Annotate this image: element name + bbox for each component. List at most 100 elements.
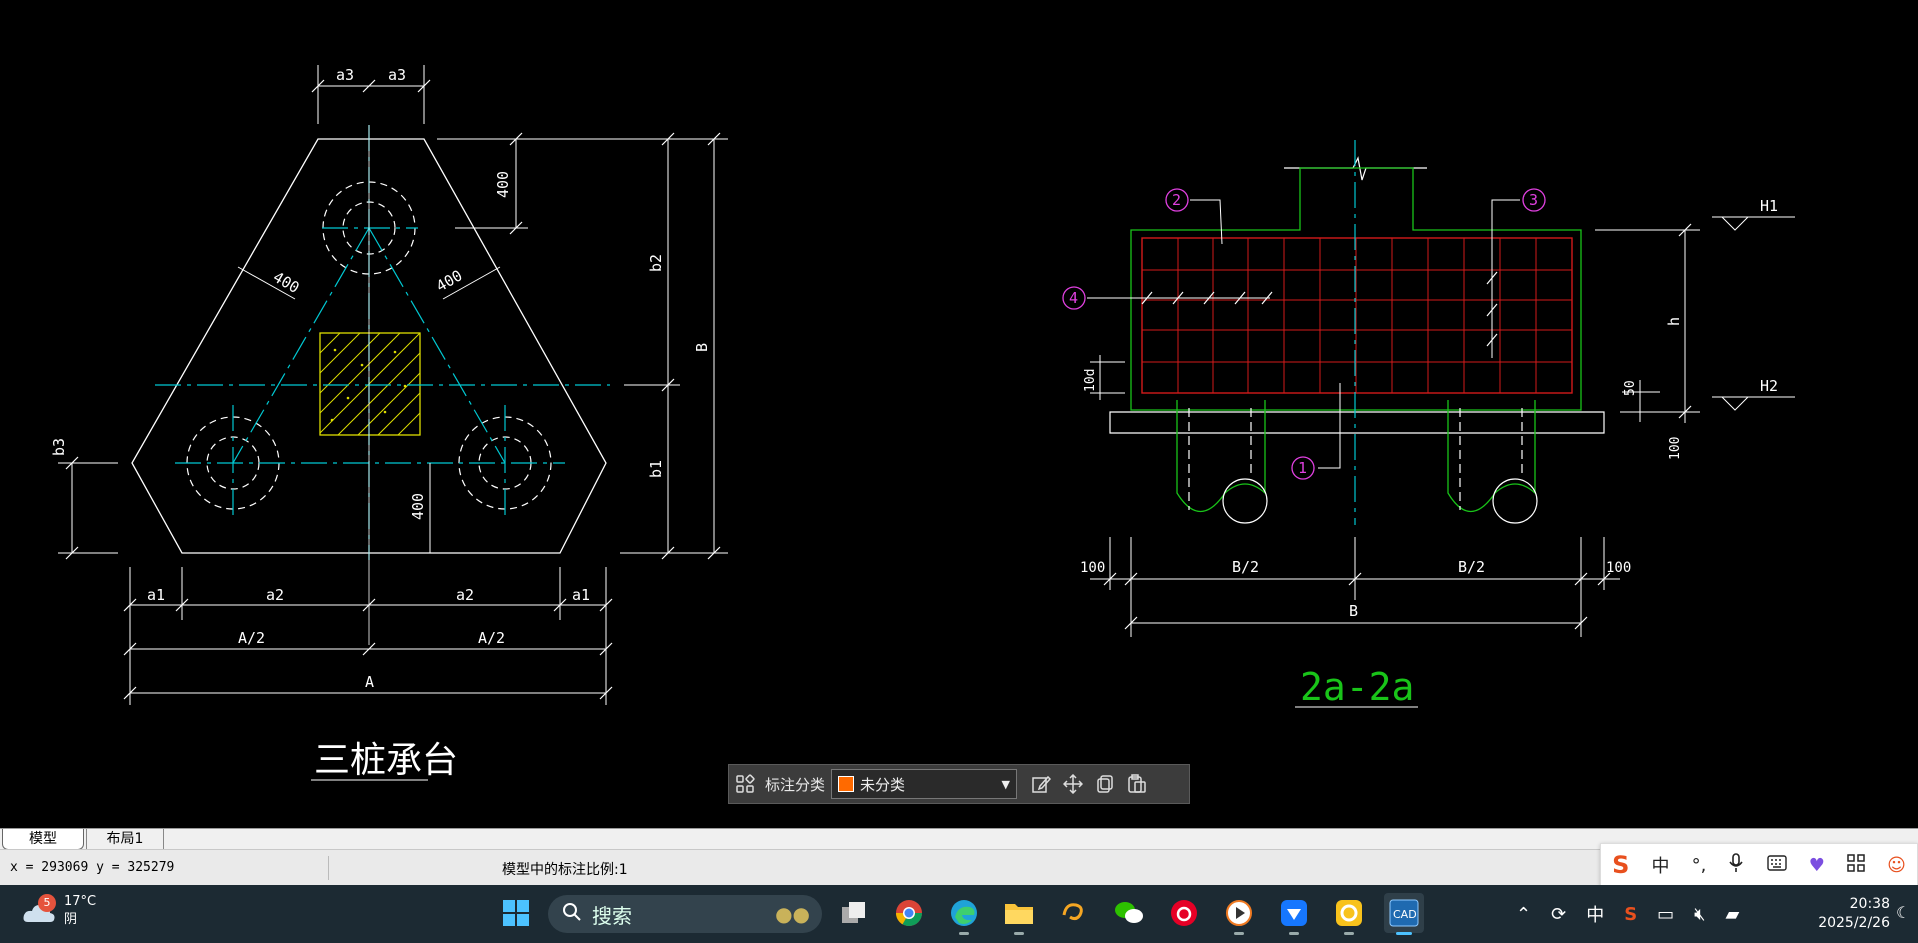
task-view-icon[interactable] [834, 893, 874, 933]
running-indicator [1344, 932, 1354, 935]
dim-a1-left: a1 [147, 586, 165, 604]
taskbar-clock[interactable]: 20:38 2025/2/26 [1780, 895, 1890, 933]
dim-A-half-right: A/2 [478, 629, 505, 647]
weather-condition: 阴 [64, 912, 78, 927]
tab-layout1[interactable]: 布局1 [86, 829, 164, 849]
microphone-icon[interactable] [1728, 852, 1744, 878]
mascot-icon[interactable]: ☺ [1887, 855, 1906, 876]
label-H1: H1 [1760, 197, 1778, 215]
toolbox-grid-icon[interactable] [1847, 853, 1865, 877]
sync-icon[interactable]: ⟳ [1551, 904, 1566, 925]
volume-muted-icon[interactable]: 🔇︎ [1694, 904, 1705, 925]
dim-a3-left: a3 [336, 66, 354, 84]
cloud-icon: 5 [22, 894, 56, 922]
chrome-icon[interactable] [889, 893, 929, 933]
media-player-icon[interactable] [1219, 893, 1259, 935]
notification-icon[interactable]: ☾ [1896, 903, 1910, 922]
search-highlight-image: ●● [775, 902, 810, 926]
tab-model[interactable]: 模型 [2, 829, 84, 850]
dim-a1-right: a1 [572, 586, 590, 604]
dim-a2-left: a2 [266, 586, 284, 604]
taskbar: 5 17°C 阴 搜索 ●● CAD ⌃ ⟳ 中 S ▭ 🔇︎ ▰ 20:38 … [0, 885, 1918, 943]
dim-B: B [693, 343, 711, 352]
skin-icon[interactable]: ♥ [1809, 855, 1825, 876]
dim-bottom-400: 400 [409, 493, 427, 520]
taskbar-search[interactable]: 搜索 ●● [548, 895, 822, 933]
netease-music-icon[interactable] [1164, 893, 1204, 933]
flashget-icon[interactable] [1329, 893, 1369, 935]
dim-100-vertical: 100 [1668, 437, 1683, 460]
cloud-app-icon[interactable] [1274, 893, 1314, 935]
label-H2: H2 [1760, 377, 1778, 395]
running-indicator [959, 932, 969, 935]
right-dim-labels: 2 3 4 1 H1 H2 h 10d 50 100 100 100 B/2 B… [1069, 191, 1778, 620]
ime-mode-toggle[interactable]: 中 [1651, 852, 1669, 878]
keyboard-icon[interactable] [1766, 854, 1787, 876]
status-divider [328, 856, 329, 880]
dim-top-400: 400 [494, 171, 512, 198]
dim-a2-right: a2 [456, 586, 474, 604]
right-section [1062, 140, 1795, 708]
file-explorer-icon[interactable] [999, 893, 1039, 935]
tray-ime-language[interactable]: 中 [1586, 901, 1604, 927]
weather-widget[interactable]: 5 17°C 阴 [22, 893, 96, 929]
dim-b1: b1 [647, 460, 665, 478]
cursor-coordinates: x = 293069 y = 325279 [10, 860, 175, 875]
paste-icon[interactable] [1121, 768, 1153, 800]
dim-100-right: 100 [1606, 560, 1631, 576]
dim-b3: b3 [50, 438, 68, 456]
callout-3: 3 [1529, 191, 1538, 209]
dim-h: h [1665, 317, 1683, 326]
annotation-category-label: 标注分类 [765, 775, 826, 794]
battery-icon[interactable]: ▰ [1726, 904, 1740, 925]
drawing-canvas[interactable]: a3 a3 400 400 400 400 b2 b1 B b3 a1 a2 a… [0, 0, 1918, 828]
callout-2: 2 [1172, 191, 1181, 209]
copy-icon[interactable] [1089, 768, 1121, 800]
clock-time: 20:38 [1849, 896, 1890, 912]
left-cap-plan [58, 65, 728, 781]
dim-a3-right: a3 [388, 66, 406, 84]
dim-A-half-left: A/2 [238, 629, 265, 647]
dim-B-half-left: B/2 [1232, 558, 1259, 576]
running-indicator [1014, 932, 1024, 935]
category-selected-value: 未分类 [860, 775, 906, 794]
display-icon[interactable]: ▭ [1657, 904, 1674, 925]
dim-b2: b2 [647, 254, 665, 272]
sogou-logo-icon[interactable]: S [1612, 851, 1629, 879]
swirl-app-icon[interactable] [1054, 893, 1094, 933]
cad-app-icon[interactable]: CAD [1384, 893, 1424, 935]
apps-grid-icon[interactable] [729, 768, 761, 800]
category-color-swatch [838, 776, 855, 792]
annotation-category-select[interactable]: 未分类 ▼ [831, 769, 1018, 799]
callout-1: 1 [1298, 459, 1307, 477]
move-icon[interactable] [1057, 768, 1089, 800]
active-indicator [1396, 932, 1412, 935]
right-drawing-title: 2a-2a [1300, 665, 1414, 709]
ime-toolbar: S 中 °, ♥ ☺ [1600, 843, 1918, 887]
chevron-down-icon: ▼ [1001, 777, 1011, 791]
punctuation-icon[interactable]: °, [1692, 855, 1707, 876]
clock-date: 2025/2/26 [1818, 915, 1890, 931]
dim-side-400-right: 400 [433, 266, 465, 295]
dim-50: 50 [1623, 380, 1638, 396]
dim-A: A [365, 673, 374, 691]
weather-badge: 5 [38, 894, 56, 912]
callout-4: 4 [1069, 289, 1078, 307]
left-drawing-title: 三桩承台 [314, 740, 458, 781]
svg-text:CAD: CAD [1393, 908, 1417, 921]
sogou-tray-icon[interactable]: S [1624, 904, 1637, 925]
annotation-scale-text: 模型中的标注比例:1 [502, 862, 628, 878]
search-icon [562, 902, 582, 927]
running-indicator [1289, 932, 1299, 935]
edit-note-icon[interactable] [1025, 768, 1057, 800]
annotation-toolbar: 标注分类 未分类 ▼ [728, 764, 1190, 804]
chevron-up-icon[interactable]: ⌃ [1516, 904, 1531, 925]
dim-10d: 10d [1083, 369, 1098, 392]
dim-B-half-right: B/2 [1458, 558, 1485, 576]
start-windows-icon[interactable] [496, 893, 536, 933]
wechat-icon[interactable] [1109, 893, 1149, 933]
system-tray: ⌃ ⟳ 中 S ▭ 🔇︎ ▰ [1516, 885, 1739, 943]
edge-icon[interactable] [944, 893, 984, 935]
dim-100-left: 100 [1080, 560, 1105, 576]
search-placeholder: 搜索 [592, 903, 632, 928]
